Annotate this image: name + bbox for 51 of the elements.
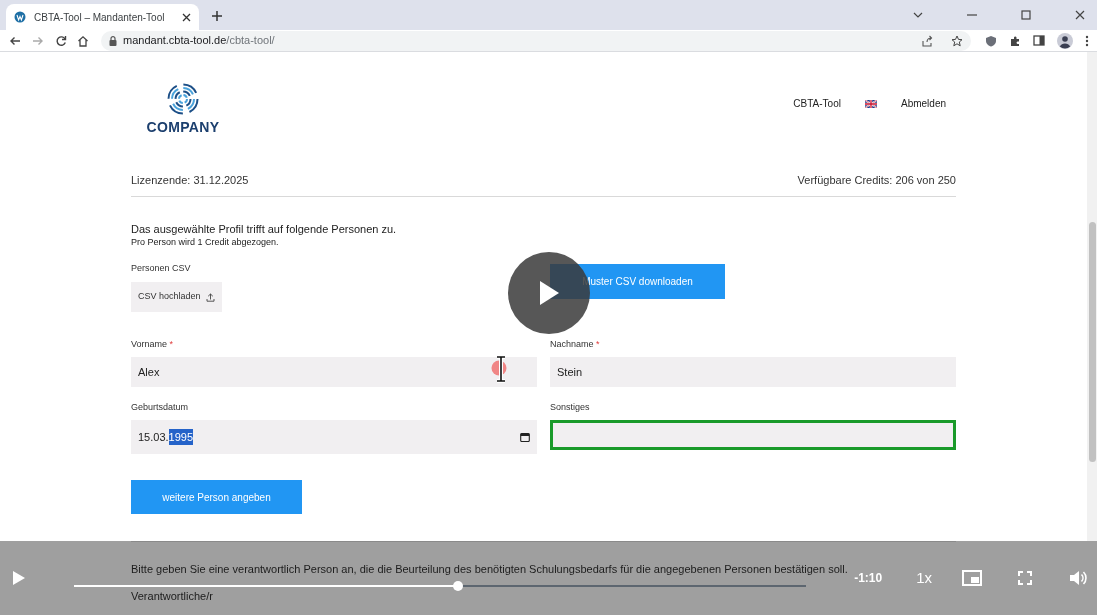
play-icon[interactable] bbox=[538, 280, 560, 306]
home-icon[interactable] bbox=[77, 34, 89, 47]
close-icon[interactable] bbox=[182, 12, 191, 22]
upload-icon bbox=[205, 292, 215, 302]
input-field[interactable]: Alex bbox=[131, 357, 537, 387]
field-label: Vorname * bbox=[131, 338, 175, 350]
side-panel-icon[interactable] bbox=[1033, 35, 1045, 46]
extensions-icon[interactable] bbox=[1009, 34, 1021, 47]
reload-icon[interactable] bbox=[55, 34, 67, 47]
star-icon[interactable] bbox=[951, 34, 963, 47]
flag-icon[interactable] bbox=[864, 99, 877, 108]
url-text: mandant.cbta-tool.de/cbta-tool/ bbox=[123, 33, 275, 49]
logo-icon bbox=[166, 82, 200, 116]
input-field[interactable]: Stein bbox=[550, 357, 956, 387]
address-bar[interactable]: mandant.cbta-tool.de/cbta-tool/ bbox=[101, 30, 971, 51]
menu-icon[interactable] bbox=[1085, 34, 1089, 47]
picture-in-picture-icon[interactable] bbox=[962, 570, 982, 586]
lock-icon bbox=[109, 35, 117, 46]
calendar-icon[interactable] bbox=[520, 432, 530, 442]
field-label: Sonstiges bbox=[550, 401, 591, 413]
date-field[interactable]: 15.03.1995 bbox=[131, 420, 537, 454]
field-label: Geburtsdatum bbox=[131, 401, 190, 413]
chevron-icon[interactable] bbox=[913, 12, 923, 18]
close-icon[interactable] bbox=[1075, 10, 1085, 20]
logo-text: COMPANY bbox=[146, 120, 220, 134]
field-label: Personen CSV bbox=[131, 261, 191, 275]
section-heading: Verantwortliche/r bbox=[131, 590, 214, 603]
volume-icon[interactable] bbox=[1069, 570, 1087, 586]
time-remaining: -1:10 bbox=[854, 570, 883, 587]
browser-tab[interactable]: CBTA-Tool – Mandanten-Tool bbox=[6, 4, 199, 30]
fullscreen-icon[interactable] bbox=[1018, 571, 1032, 585]
input-field[interactable] bbox=[550, 420, 956, 450]
instruction-text: Bitte geben Sie eine verantwortlich Person an, die die Beurteilung des benötigten Schulungsbedarfs für die angegebenen Personen bestätigen soll. bbox=[131, 563, 849, 576]
note-text: Pro Person wird 1 Credit abgezogen. bbox=[131, 235, 280, 248]
progress-slider[interactable] bbox=[74, 581, 807, 591]
field-label: Nachname * bbox=[550, 338, 601, 350]
upload-button[interactable]: CSV hochladen bbox=[131, 282, 222, 312]
share-icon[interactable] bbox=[921, 34, 933, 47]
scrollbar[interactable] bbox=[1087, 52, 1097, 541]
nav-link[interactable]: CBTA-Tool bbox=[793, 96, 841, 111]
avatar-icon[interactable] bbox=[1057, 32, 1073, 49]
credits-text: Verfügbare Credits: 206 von 250 bbox=[797, 173, 956, 188]
nav-link[interactable]: Abmelden bbox=[900, 96, 946, 111]
tab-title: CBTA-Tool – Mandanten-Tool bbox=[34, 10, 166, 25]
intro-text: Das ausgewählte Profil trifft auf folgende Personen zu. bbox=[131, 221, 398, 236]
license-text: Lizenzende: 31.12.2025 bbox=[131, 173, 249, 188]
back-icon[interactable] bbox=[9, 35, 21, 46]
site-icon bbox=[14, 11, 26, 23]
shield-icon[interactable] bbox=[985, 34, 997, 47]
new-tab-icon[interactable] bbox=[211, 10, 223, 22]
maximize-icon[interactable] bbox=[1021, 10, 1031, 20]
